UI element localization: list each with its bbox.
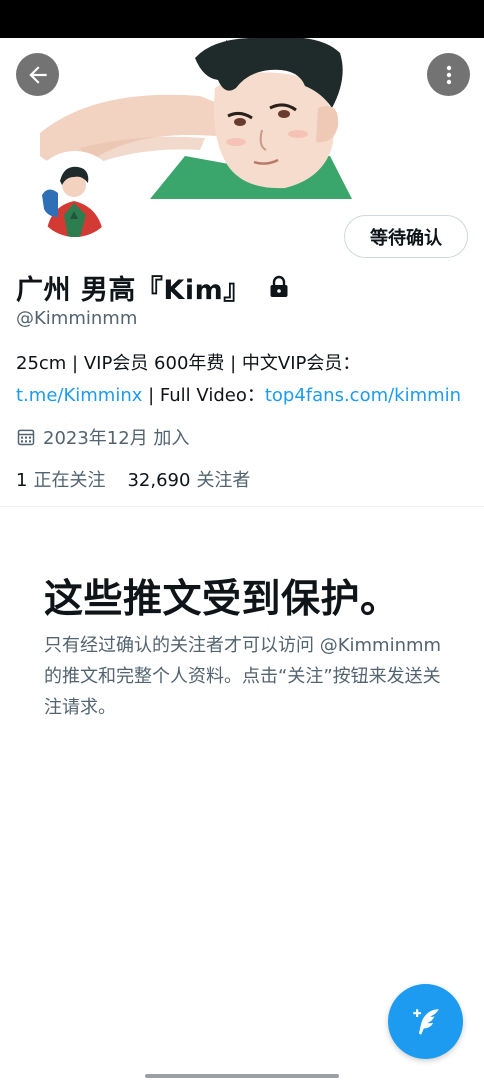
status-bar	[0, 0, 484, 38]
followers-count: 32,690	[127, 470, 191, 491]
pending-button-label: 等待确认	[370, 227, 442, 249]
back-button[interactable]	[16, 53, 59, 96]
user-handle: @Kimminmm	[16, 308, 138, 329]
followers-label: 关注者	[196, 470, 251, 491]
compose-feather-icon	[412, 1008, 439, 1035]
bio-text-2: | Full Video：	[142, 385, 265, 406]
calendar-icon	[17, 429, 35, 446]
joined-date: 2023年12月 加入	[16, 424, 189, 450]
avatar-illustration	[34, 155, 116, 237]
bio-link-website[interactable]: top4fans.com/kimmin	[265, 385, 461, 406]
profile-bio: 25cm | VIP会员 600年费 | 中文VIP会员： t.me/Kimmin…	[16, 348, 466, 412]
more-vertical-icon	[446, 65, 451, 84]
following-label: 正在关注	[33, 470, 106, 491]
section-divider	[0, 506, 484, 507]
follow-stats: 1 正在关注 32,690 关注者	[16, 465, 250, 493]
more-options-button[interactable]	[427, 53, 470, 96]
home-indicator[interactable]	[145, 1074, 339, 1078]
following-count: 1	[16, 470, 28, 491]
compose-tweet-button[interactable]	[388, 984, 463, 1059]
bio-text-1: 25cm | VIP会员 600年费 | 中文VIP会员：	[16, 353, 361, 374]
protected-description: 只有经过确认的关注者才可以访问 @Kimminmm 的推文和完整个人资料。点击“…	[44, 635, 442, 718]
name-row: 广州 男高『Kim』	[16, 268, 291, 306]
joined-text: 2023年12月 加入	[43, 428, 190, 449]
lock-icon	[270, 275, 288, 297]
pending-follow-button[interactable]: 等待确认	[344, 215, 468, 258]
arrow-left-icon	[28, 65, 47, 84]
followers-link[interactable]: 32,690 关注者	[127, 466, 250, 492]
bio-link-telegram[interactable]: t.me/Kimminx	[16, 385, 142, 406]
protected-title: 这些推文受到保护。	[44, 577, 400, 622]
display-name: 广州 男高『Kim』	[16, 274, 251, 306]
profile-avatar[interactable]	[30, 151, 120, 241]
following-link[interactable]: 1 正在关注	[16, 466, 105, 492]
